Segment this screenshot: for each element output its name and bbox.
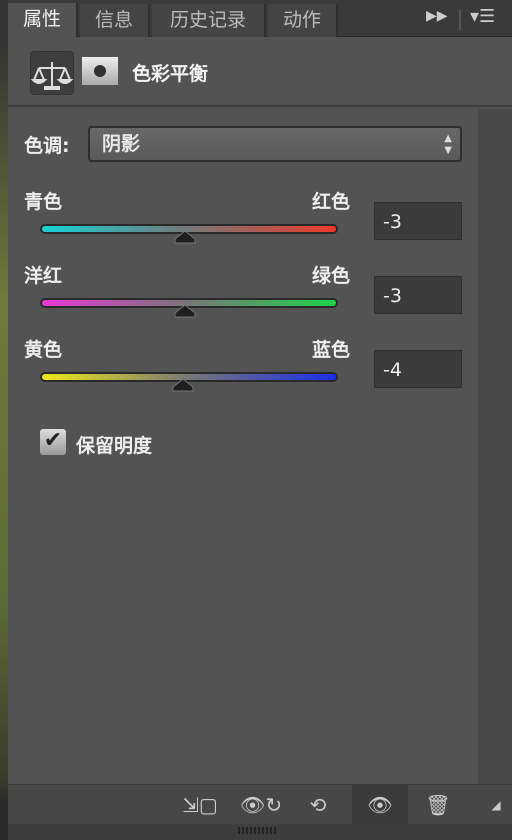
trash-icon[interactable]: 🗑 — [418, 785, 458, 825]
grip-icon — [238, 827, 278, 834]
tab-properties[interactable]: 属性 — [8, 3, 78, 38]
resize-grip-icon[interactable]: ◢ — [484, 785, 508, 825]
layer-mask-icon[interactable] — [82, 57, 118, 85]
balance-scale-icon[interactable] — [30, 51, 74, 95]
slider-value-input[interactable]: -3 — [374, 276, 462, 314]
slider-thumb[interactable] — [174, 229, 196, 244]
tab-history[interactable]: 历史记录 — [152, 4, 266, 37]
panel-tab-bar: 属性 信息 历史记录 动作 ▶▶ ▾☰ — [8, 0, 512, 38]
panel-header: 色彩平衡 — [8, 37, 512, 107]
tab-info[interactable]: 信息 — [80, 4, 150, 37]
slider-thumb[interactable] — [174, 303, 196, 318]
slider-left-label: 黄色 — [24, 339, 63, 361]
panel-title: 色彩平衡 — [132, 63, 209, 85]
tone-value: 阴影 — [102, 133, 141, 155]
background-image-edge — [0, 0, 8, 840]
preserve-luminosity-checkbox[interactable]: ✔ — [40, 429, 66, 455]
panel-drag-handle[interactable] — [8, 824, 512, 840]
slider-right-label: 红色 — [312, 191, 351, 213]
select-arrows-icon: ▲ ▼ — [444, 133, 452, 156]
panel-menu-icon[interactable]: ▾☰ — [470, 6, 495, 27]
slider-left-label: 洋红 — [24, 265, 63, 287]
tone-select[interactable]: 阴影 ▲ ▼ — [88, 126, 462, 162]
bottom-toolbar: ⇲▢ 👁↻ ⟲ 👁 🗑 ◢ — [8, 784, 512, 825]
slider-right-label: 蓝色 — [312, 339, 351, 361]
slider-left-label: 青色 — [24, 191, 63, 213]
slider-value-input[interactable]: -4 — [374, 350, 462, 388]
slider-right-label: 绿色 — [312, 265, 351, 287]
preserve-luminosity-label: 保留明度 — [76, 435, 153, 457]
reset-icon[interactable]: ⟲ — [298, 785, 338, 825]
collapse-panel-icon[interactable]: ▶▶ — [426, 8, 448, 24]
view-previous-state-icon[interactable]: 👁↻ — [236, 785, 286, 825]
divider — [459, 10, 461, 30]
scrollbar[interactable] — [478, 109, 512, 784]
slider-thumb[interactable] — [172, 377, 194, 392]
slider-value-input[interactable]: -3 — [374, 202, 462, 240]
visibility-eye-icon[interactable]: 👁 — [352, 785, 408, 825]
clip-to-layer-icon[interactable]: ⇲▢ — [178, 785, 222, 825]
properties-panel: 色彩平衡 色调: 阴影 ▲ ▼ 青色 红色 -3 洋红 绿色 -3 黄色 蓝色 -… — [8, 37, 512, 784]
tab-actions[interactable]: 动作 — [268, 4, 338, 37]
tone-label: 色调: — [24, 135, 70, 157]
